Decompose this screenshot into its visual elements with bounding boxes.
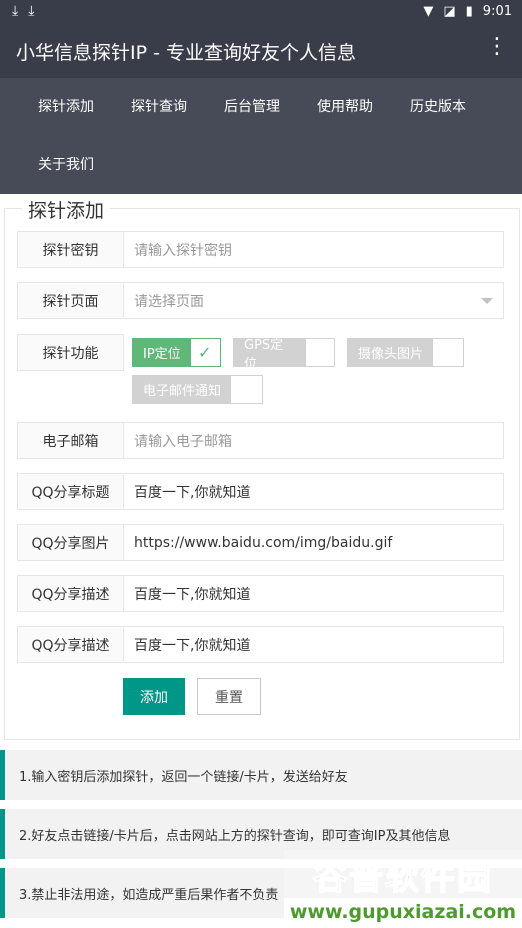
- nav-item-help[interactable]: 使用帮助: [317, 96, 373, 116]
- qq-image-label: QQ分享图片: [18, 525, 124, 560]
- app-title: 小华信息探针IP - 专业查询好友个人信息: [16, 42, 356, 64]
- watermark: 谷普软件园 www.gupuxiazai.com: [284, 850, 522, 928]
- status-bar: ⤓⤓ ▼ ◪ ▮ 9:01: [0, 0, 522, 24]
- features-label: 探针功能: [17, 334, 124, 371]
- download-icons: ⤓⤓: [12, 3, 44, 19]
- qq-title-label: QQ分享标题: [18, 474, 124, 509]
- qq-desc-input[interactable]: 百度一下,你就知道: [134, 576, 250, 611]
- email-label: 电子邮箱: [18, 423, 124, 458]
- app-bar: 小华信息探针IP - 专业查询好友个人信息 ⋮: [0, 24, 522, 78]
- qq-title-input[interactable]: 百度一下,你就知道: [134, 474, 250, 509]
- qq-desc-row-2: QQ分享描述 百度一下,你就知道: [17, 626, 504, 663]
- qq-desc-row: QQ分享描述 百度一下,你就知道: [17, 575, 504, 612]
- nav-item-admin[interactable]: 后台管理: [224, 96, 280, 116]
- qq-desc-label-2: QQ分享描述: [18, 627, 124, 662]
- key-label: 探针密钥: [18, 232, 124, 267]
- checkbox-gps-location[interactable]: GPS定位: [233, 338, 335, 372]
- nav-menu: 探针添加 探针查询 后台管理 使用帮助 历史版本 关于我们: [0, 78, 522, 194]
- checkbox-camera-image[interactable]: 摄像头图片: [347, 338, 464, 367]
- page-row: 探针页面 请选择页面: [17, 282, 504, 319]
- reset-button[interactable]: 重置: [197, 678, 261, 715]
- wifi-icon: ▼: [423, 4, 434, 19]
- chevron-down-icon[interactable]: [481, 298, 493, 304]
- no-sim-icon: ◪: [443, 4, 456, 19]
- watermark-url: www.gupuxiazai.com: [284, 898, 522, 926]
- tip-1: 1.输入密钥后添加探针，返回一个链接/卡片，发送给好友: [0, 750, 522, 800]
- checkbox-email-notify-label: 电子邮件通知: [133, 376, 232, 403]
- qq-desc-label: QQ分享描述: [18, 576, 124, 611]
- nav-item-query-probe[interactable]: 探针查询: [131, 96, 187, 116]
- status-time: 9:01: [482, 4, 512, 19]
- download-icon: ⤓: [12, 3, 29, 19]
- key-input[interactable]: 请输入探针密钥: [134, 232, 232, 267]
- page-select[interactable]: 请选择页面: [134, 283, 204, 318]
- email-input[interactable]: 请输入电子邮箱: [134, 423, 232, 458]
- nav-item-about[interactable]: 关于我们: [38, 154, 94, 174]
- battery-icon: ▮: [465, 4, 473, 19]
- checkbox-email-notify[interactable]: 电子邮件通知: [132, 375, 263, 404]
- more-options-icon[interactable]: ⋮: [486, 36, 508, 58]
- nav-item-history[interactable]: 历史版本: [410, 96, 466, 116]
- qq-desc-input-2[interactable]: 百度一下,你就知道: [134, 627, 250, 662]
- watermark-name: 谷普软件园: [284, 850, 522, 898]
- download-icon: ⤓: [28, 3, 45, 19]
- checkbox-ip-location-label: IP定位: [133, 339, 191, 366]
- status-icons: ▼ ◪ ▮ 9:01: [423, 4, 512, 19]
- qq-title-row: QQ分享标题 百度一下,你就知道: [17, 473, 504, 510]
- checkbox-gps-location-label: GPS定位: [234, 338, 307, 372]
- page-label: 探针页面: [18, 283, 124, 318]
- key-row: 探针密钥 请输入探针密钥: [17, 231, 504, 268]
- add-button[interactable]: 添加: [123, 678, 185, 715]
- checkbox-ip-location[interactable]: IP定位 ✓: [132, 338, 221, 367]
- qq-image-input[interactable]: https://www.baidu.com/img/baidu.gif: [134, 525, 392, 560]
- nav-item-add-probe[interactable]: 探针添加: [38, 96, 94, 116]
- email-row: 电子邮箱 请输入电子邮箱: [17, 422, 504, 459]
- check-icon: ✓: [197, 343, 212, 362]
- checkbox-camera-image-label: 摄像头图片: [348, 339, 434, 366]
- form-legend: 探针添加: [22, 196, 111, 223]
- qq-image-row: QQ分享图片 https://www.baidu.com/img/baidu.g…: [17, 524, 504, 561]
